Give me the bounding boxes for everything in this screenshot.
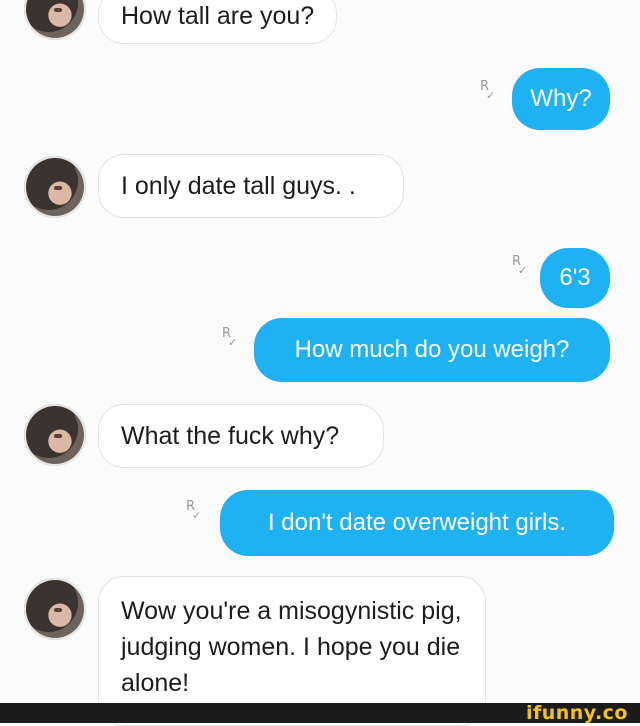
- watermark-bar: ifunny.co: [0, 702, 640, 724]
- read-receipt-icon: R ✓: [186, 499, 202, 522]
- message-received: How tall are you?: [98, 0, 338, 44]
- message-received: What the fuck why?: [98, 404, 384, 468]
- message-text: Wow you're a misogynistic pig, judging w…: [121, 597, 462, 697]
- message-text: How tall are you?: [121, 2, 315, 30]
- message-text: What the fuck why?: [121, 422, 340, 450]
- message-sent: I don't date overweight girls.: [220, 490, 614, 556]
- read-receipt-icon: R ✓: [512, 254, 528, 277]
- watermark-logo: ifunny.co: [525, 702, 628, 724]
- avatar: [24, 578, 86, 640]
- message-text: I only date tall guys. .: [121, 172, 356, 200]
- message-text: Why?: [530, 85, 592, 112]
- message-sent: Why?: [512, 68, 610, 130]
- message-received: I only date tall guys. .: [98, 154, 404, 218]
- read-receipt-icon: R ✓: [222, 326, 238, 349]
- message-text: 6'3: [559, 264, 591, 291]
- message-text: I don't date overweight girls.: [267, 509, 567, 536]
- message-sent: How much do you weigh?: [254, 318, 610, 382]
- avatar: [24, 156, 86, 218]
- message-text: How much do you weigh?: [294, 336, 570, 363]
- avatar: [24, 0, 86, 40]
- message-sent: 6'3: [540, 248, 610, 308]
- read-receipt-icon: R ✓: [480, 79, 496, 102]
- avatar: [24, 404, 86, 466]
